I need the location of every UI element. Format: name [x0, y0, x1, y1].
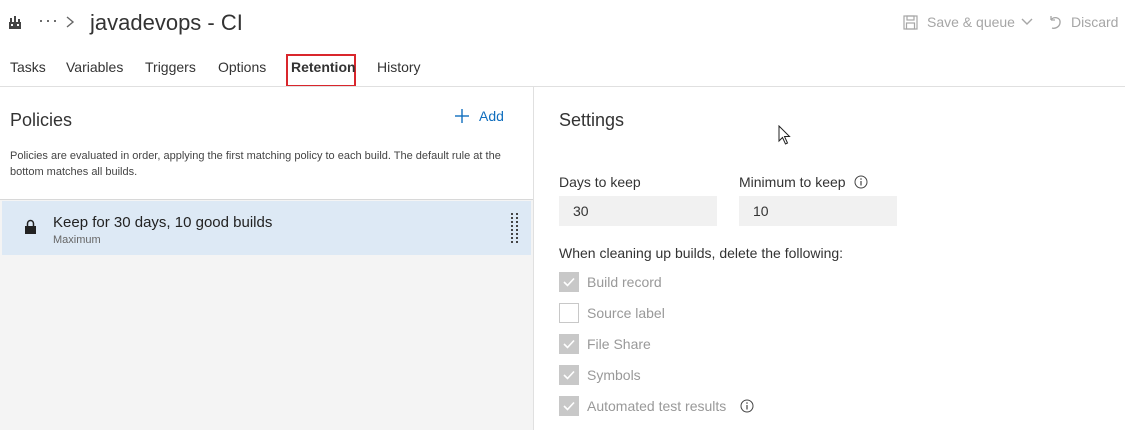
automated-test-results-checkbox[interactable] — [559, 396, 579, 416]
source-label-label: Source label — [587, 305, 665, 321]
tab-options[interactable]: Options — [218, 59, 266, 75]
discard-button[interactable]: Discard — [1048, 14, 1118, 30]
automated-test-results-label: Automated test results — [587, 398, 727, 414]
file-share-label: File Share — [587, 336, 651, 352]
days-to-keep-input[interactable] — [559, 196, 717, 226]
tab-bar: Tasks Variables Triggers Options Retenti… — [0, 52, 1125, 87]
plus-icon — [455, 109, 469, 123]
tab-history[interactable]: History — [377, 59, 421, 75]
symbols-label: Symbols — [587, 367, 641, 383]
checkmark-icon — [563, 370, 575, 380]
tab-triggers[interactable]: Triggers — [145, 59, 196, 75]
build-record-label: Build record — [587, 274, 662, 290]
discard-label: Discard — [1071, 14, 1119, 30]
lock-icon — [25, 219, 36, 234]
build-record-checkbox[interactable] — [559, 272, 579, 292]
policies-description: Policies are evaluated in order, applyin… — [10, 150, 501, 178]
mouse-cursor-icon — [778, 125, 791, 145]
undo-icon — [1050, 15, 1061, 29]
save-and-queue-button[interactable]: Save & queue — [903, 14, 1033, 30]
cleanup-option-symbols[interactable]: Symbols — [559, 365, 641, 385]
page-title: javadevops - CI — [90, 10, 243, 35]
add-policy-button[interactable]: Add — [454, 108, 504, 124]
minimum-to-keep-label: Minimum to keep — [739, 174, 868, 190]
source-label-checkbox[interactable] — [559, 303, 579, 323]
policy-item[interactable]: Keep for 30 days, 10 good builds Maximum — [2, 201, 531, 255]
days-to-keep-text: Days to keep — [559, 174, 641, 190]
chevron-right-icon — [66, 16, 75, 28]
build-pipeline-icon[interactable] — [8, 16, 22, 30]
policies-title: Policies — [10, 110, 73, 130]
symbols-checkbox[interactable] — [559, 365, 579, 385]
add-policy-label: Add — [479, 108, 504, 124]
policies-header: Policies Add Policies are evaluated in o… — [0, 87, 533, 200]
drag-grip-icon[interactable] — [511, 213, 519, 243]
panel-divider[interactable] — [533, 87, 534, 430]
tab-tasks[interactable]: Tasks — [10, 59, 46, 75]
policy-subtitle: Maximum — [53, 234, 101, 246]
chevron-down-icon[interactable] — [1021, 17, 1033, 27]
cleanup-option-build-record[interactable]: Build record — [559, 272, 662, 292]
breadcrumb-more[interactable]: ··· — [38, 10, 59, 31]
days-to-keep-label: Days to keep — [559, 174, 641, 190]
cleanup-label: When cleaning up builds, delete the foll… — [559, 245, 844, 261]
checkmark-icon — [563, 277, 575, 287]
checkmark-icon — [563, 339, 575, 349]
save-icon — [903, 14, 918, 30]
checkmark-icon — [563, 401, 575, 411]
minimum-to-keep-text: Minimum to keep — [739, 174, 846, 190]
header-bar: ··· javadevops - CI Save & queue Discard — [0, 0, 1125, 48]
minimum-to-keep-input[interactable] — [739, 196, 897, 226]
cleanup-option-file-share[interactable]: File Share — [559, 334, 651, 354]
cleanup-option-automated-test-results[interactable]: Automated test results — [559, 396, 754, 416]
policy-name: Keep for 30 days, 10 good builds — [53, 214, 273, 231]
tab-variables[interactable]: Variables — [66, 59, 123, 75]
policies-panel: Policies Add Policies are evaluated in o… — [0, 87, 533, 430]
info-icon[interactable] — [740, 399, 754, 413]
tab-retention[interactable]: Retention — [291, 59, 356, 75]
cleanup-option-source-label[interactable]: Source label — [559, 303, 665, 323]
info-icon[interactable] — [854, 175, 868, 189]
save-and-queue-label: Save & queue — [927, 14, 1015, 30]
file-share-checkbox[interactable] — [559, 334, 579, 354]
settings-title: Settings — [559, 110, 625, 130]
